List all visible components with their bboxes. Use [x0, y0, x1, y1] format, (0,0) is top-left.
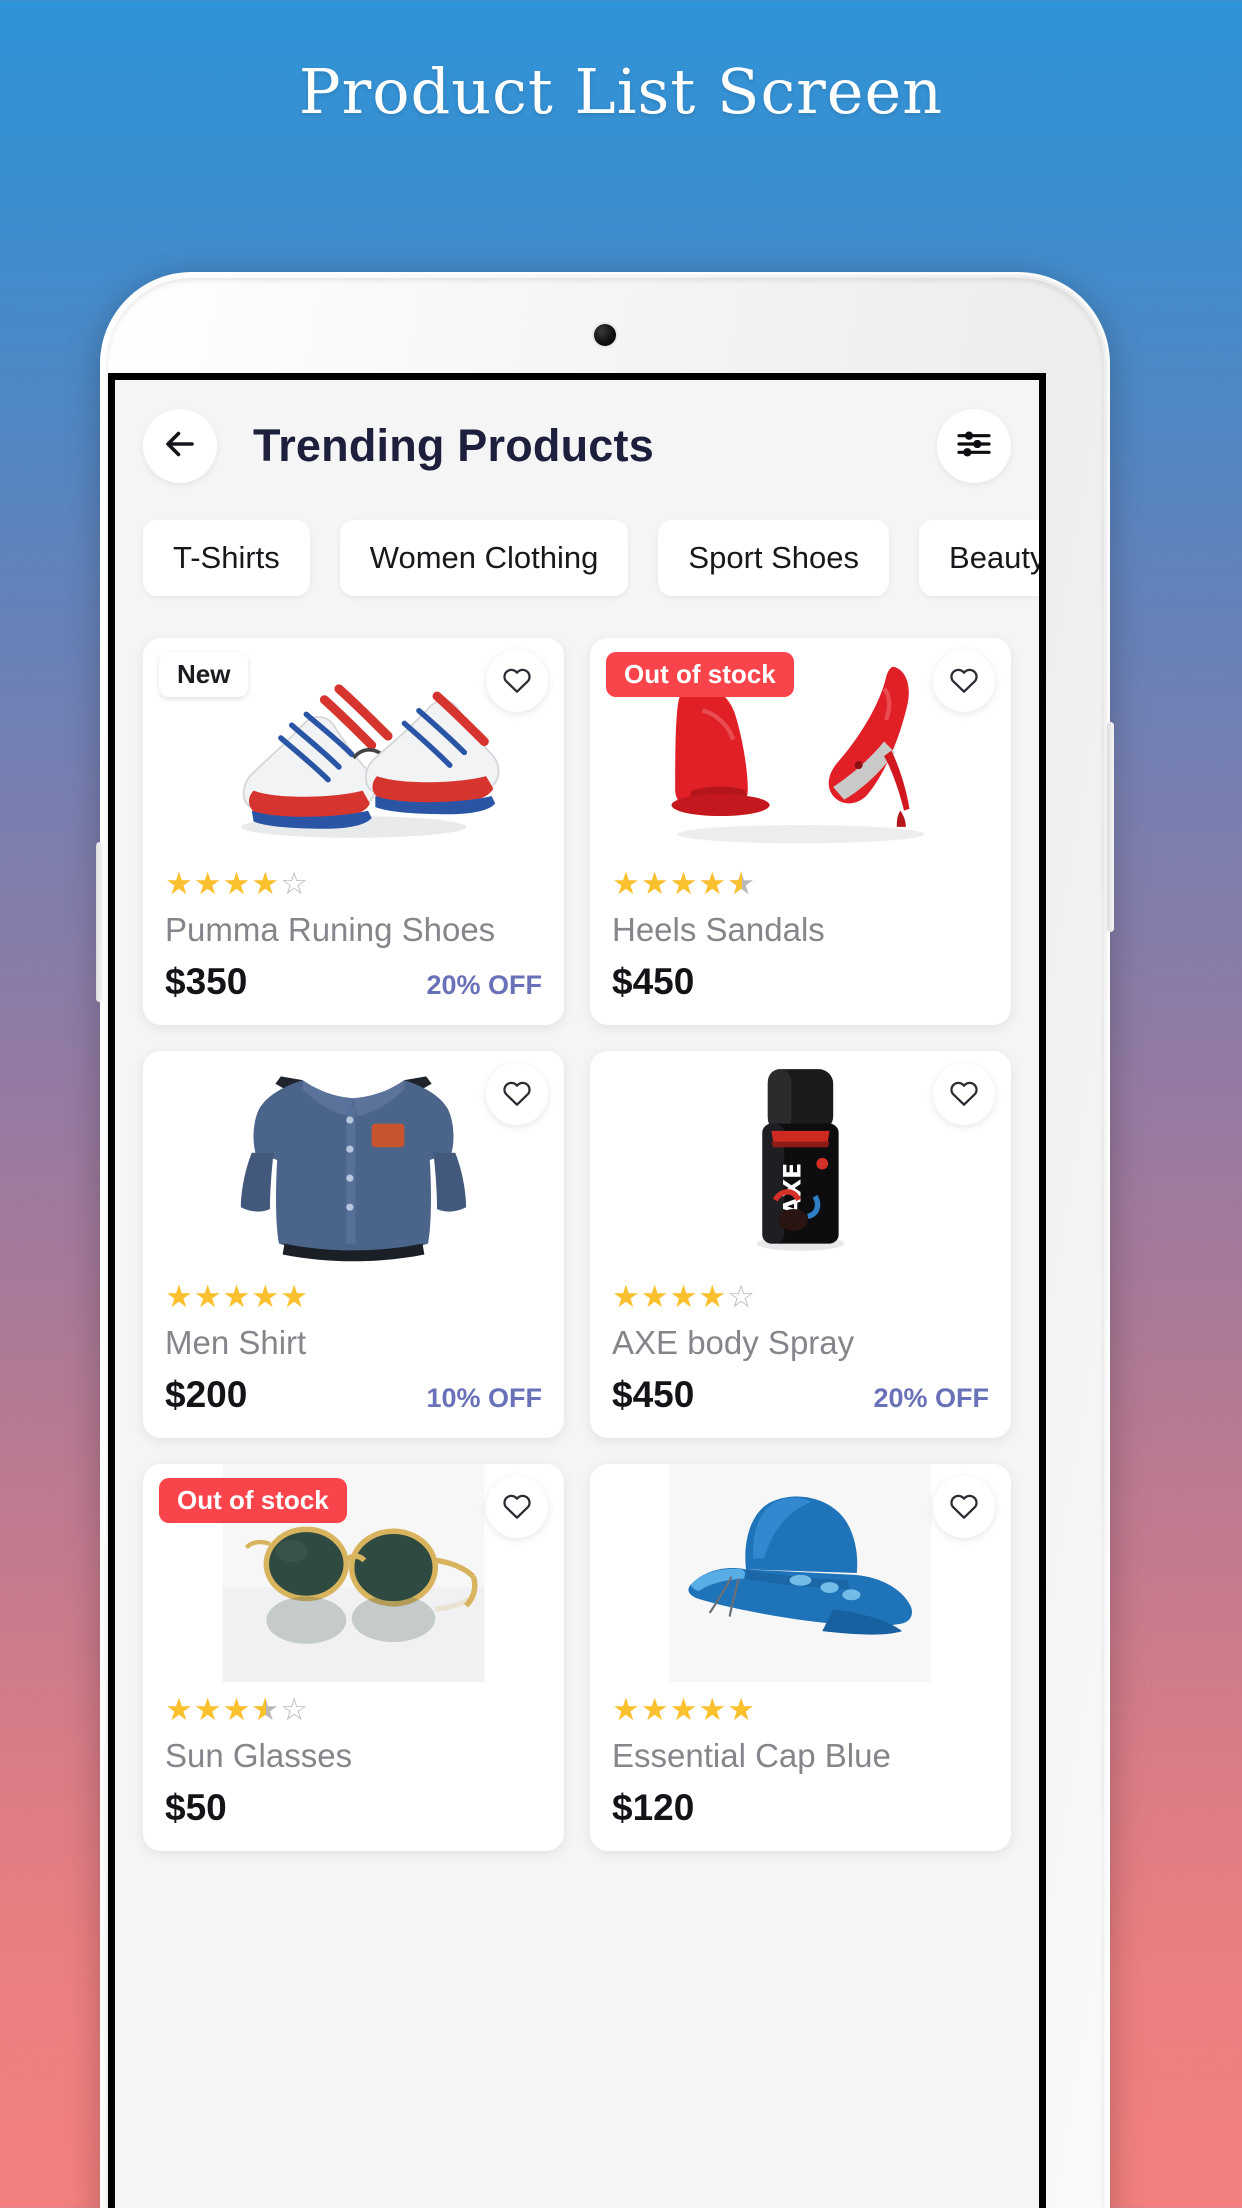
app-screen: Trending Products T-Shirts Women Clothin: [108, 373, 1046, 2208]
product-card[interactable]: New ★★★★☆ Pumma Runing Shoes $350 20% OF…: [143, 638, 564, 1025]
product-price: $450: [612, 961, 695, 1002]
product-info: ★★★★★ Essential Cap Blue $120: [590, 1682, 1011, 1851]
heart-outline-icon: [948, 664, 980, 699]
rating-stars: ★★★★☆: [165, 866, 309, 901]
product-discount: 20% OFF: [426, 970, 542, 1000]
chip-label: Beauty: [949, 540, 1039, 575]
product-discount: 10% OFF: [426, 1383, 542, 1413]
product-name: AXE body Spray: [612, 1324, 855, 1361]
heart-outline-icon: [948, 1077, 980, 1112]
front-camera-dot-icon: [594, 324, 616, 346]
product-card[interactable]: ★★★★★ Essential Cap Blue $120: [590, 1464, 1011, 1851]
heart-outline-icon: [501, 664, 533, 699]
rating-stars: ★★★★☆: [612, 1279, 756, 1314]
product-price: $350: [165, 961, 248, 1002]
favorite-button[interactable]: [933, 650, 995, 712]
price-row: $50: [165, 1787, 542, 1829]
favorite-button[interactable]: [486, 1063, 548, 1125]
product-info: ★★★★★ Heels Sandals $450: [590, 856, 1011, 1025]
filter-button[interactable]: [937, 409, 1011, 483]
product-price: $450: [612, 1374, 695, 1415]
phone-side-button-right: [1107, 722, 1114, 932]
product-price: $50: [165, 1787, 227, 1828]
product-image-area: AXE: [590, 1051, 1011, 1269]
product-name: Sun Glasses: [165, 1737, 353, 1774]
chip-label: Women Clothing: [369, 540, 599, 575]
svg-text:AXE: AXE: [779, 1163, 807, 1216]
price-row: $350 20% OFF: [165, 961, 542, 1003]
product-discount: 20% OFF: [873, 1383, 989, 1413]
product-price: $200: [165, 1374, 248, 1415]
status-badge: Out of stock: [606, 652, 794, 697]
app-header: Trending Products: [115, 380, 1039, 512]
category-chip-t-shirts[interactable]: T-Shirts: [143, 520, 310, 596]
product-card[interactable]: Out of stock: [143, 1464, 564, 1851]
product-grid: New ★★★★☆ Pumma Runing Shoes $350 20% OF…: [115, 604, 1039, 1851]
rating-stars: ★★★★☆: [165, 1694, 542, 1725]
screen-title: Trending Products: [253, 420, 654, 471]
product-image-area: [143, 1051, 564, 1269]
favorite-button[interactable]: [933, 1063, 995, 1125]
status-badge: Out of stock: [159, 1478, 347, 1523]
product-card[interactable]: ★★★★★ Men Shirt $200 10% OFF: [143, 1051, 564, 1438]
favorite-button[interactable]: [486, 1476, 548, 1538]
product-info: ★★★★☆ Sun Glasses $50: [143, 1682, 564, 1851]
product-image-area: Out of stock: [143, 1464, 564, 1682]
product-name: Heels Sandals: [612, 911, 825, 948]
chip-label: Sport Shoes: [688, 540, 860, 575]
price-row: $450: [612, 961, 989, 1003]
category-chip-row[interactable]: T-Shirts Women Clothing Sport Shoes Beau…: [115, 512, 1039, 604]
rating-stars: ★★★★★: [165, 1279, 309, 1314]
product-card[interactable]: Out of stock: [590, 638, 1011, 1025]
price-row: $450 20% OFF: [612, 1374, 989, 1416]
product-info: ★★★★☆ Pumma Runing Shoes $350 20% OFF: [143, 856, 564, 1025]
sliders-filter-icon: [954, 424, 994, 469]
rating-stars: ★★★★★: [612, 868, 989, 899]
product-name: Pumma Runing Shoes: [165, 911, 496, 948]
product-card[interactable]: AXE ★★★★☆ AXE body Spray $450 20% OFF: [590, 1051, 1011, 1438]
rating-stars: ★★★★★: [612, 1692, 756, 1727]
product-info: ★★★★☆ AXE body Spray $450 20% OFF: [590, 1269, 1011, 1438]
heart-outline-icon: [501, 1490, 533, 1525]
phone-mockup: Trending Products T-Shirts Women Clothin: [96, 272, 1114, 2208]
product-name: Men Shirt: [165, 1324, 307, 1361]
product-name: Essential Cap Blue: [612, 1737, 891, 1774]
product-price: $120: [612, 1787, 695, 1828]
status-badge: New: [159, 652, 249, 697]
product-image-area: Out of stock: [590, 638, 1011, 856]
product-image-area: [590, 1464, 1011, 1682]
back-button[interactable]: [143, 409, 217, 483]
chip-label: T-Shirts: [173, 540, 280, 575]
favorite-button[interactable]: [486, 650, 548, 712]
category-chip-beauty[interactable]: Beauty: [919, 520, 1039, 596]
favorite-button[interactable]: [933, 1476, 995, 1538]
heart-outline-icon: [948, 1490, 980, 1525]
price-row: $200 10% OFF: [165, 1374, 542, 1416]
arrow-left-icon: [162, 426, 198, 467]
product-info: ★★★★★ Men Shirt $200 10% OFF: [143, 1269, 564, 1438]
page-title: Product List Screen: [298, 55, 944, 128]
category-chip-sport-shoes[interactable]: Sport Shoes: [658, 520, 890, 596]
product-image-area: New: [143, 638, 564, 856]
category-chip-women-clothing[interactable]: Women Clothing: [339, 520, 629, 596]
price-row: $120: [612, 1787, 989, 1829]
phone-side-button-left: [96, 842, 103, 1002]
heart-outline-icon: [501, 1077, 533, 1112]
